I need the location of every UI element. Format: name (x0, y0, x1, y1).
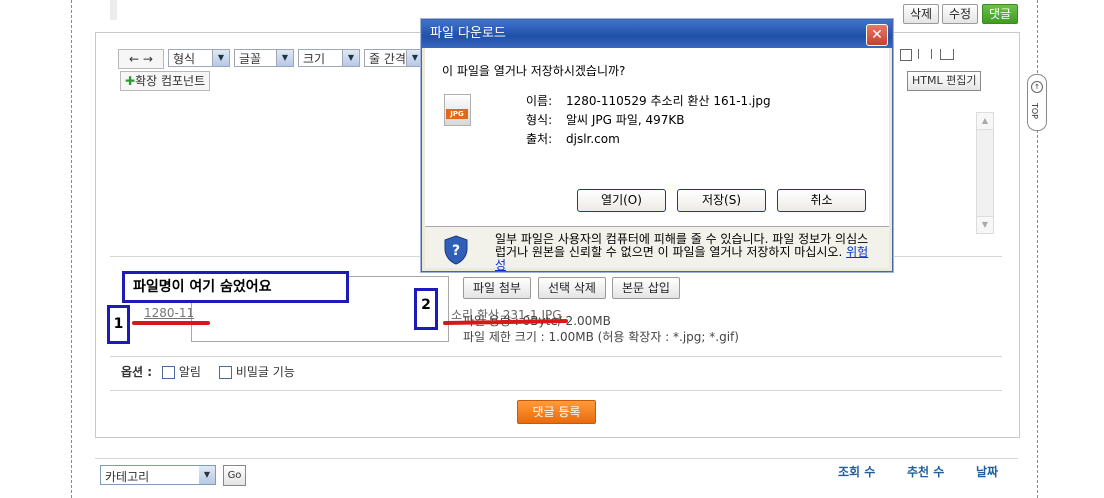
annotation-marker-1: 1 (107, 305, 130, 344)
size-select[interactable]: 크기 ▼ (298, 49, 360, 67)
plus-icon: ✚ (125, 74, 136, 88)
table-icon[interactable] (900, 49, 912, 61)
file-info-values: 1280-110529 추소리 환산 161-1.jpg 알씨 JPG 파일, … (566, 92, 771, 149)
editor-scrollbar[interactable]: ▲ ▼ (976, 112, 994, 234)
extended-component-button[interactable]: ✚확장 컴포넌트 (120, 71, 211, 91)
from-label: 출처: (526, 132, 553, 146)
file-type-value: 알씨 JPG 파일, 497KB (566, 113, 685, 127)
open-button[interactable]: 열기(O) (577, 189, 666, 212)
cancel-button[interactable]: 취소 (777, 189, 866, 212)
jpg-file-icon: JPG (444, 94, 471, 126)
secret-label: 비밀글 기능 (235, 365, 295, 379)
options-row: 옵션 : 알림 비밀글 기능 (121, 363, 295, 380)
category-select[interactable]: 카테고리 ▼ (100, 465, 216, 485)
file-name-value: 1280-110529 추소리 환산 161-1.jpg (566, 94, 771, 108)
save-button[interactable]: 저장(S) (677, 189, 766, 212)
dialog-question: 이 파일을 열거나 저장하시겠습니까? (442, 64, 626, 78)
file-download-dialog: 파일 다운로드 ✕ 이 파일을 열거나 저장하시겠습니까? JPG 이름: 형식… (421, 19, 893, 272)
divider (110, 356, 1002, 357)
format-select[interactable]: 형식 ▼ (168, 49, 230, 67)
annotation-marker-2: 2 (414, 288, 438, 330)
insert-body-button[interactable]: 본문 삽입 (612, 277, 680, 299)
notify-label: 알림 (178, 365, 201, 379)
chevron-down-icon: ▼ (342, 50, 359, 66)
jpg-badge: JPG (446, 109, 468, 119)
page-border-left (71, 0, 72, 498)
attach-file-button[interactable]: 파일 첨부 (463, 277, 531, 299)
undo-redo-arrows[interactable]: ← → (118, 49, 164, 69)
category-select-value: 카테고리 (105, 470, 150, 484)
close-icon[interactable]: ✕ (866, 24, 888, 46)
scroll-down-icon[interactable]: ▼ (977, 216, 993, 233)
warning-text-block: 일부 파일은 사용자의 컴퓨터에 피해를 줄 수 있습니다. 파일 정보가 의심… (495, 233, 873, 272)
sort-date[interactable]: 날짜 (976, 463, 998, 480)
edit-button[interactable]: 수정 (942, 4, 979, 24)
line-spacing-select-value: 줄 간격 (369, 52, 406, 66)
secret-checkbox[interactable] (218, 366, 232, 379)
format-select-value: 형식 (173, 52, 196, 66)
dialog-titlebar[interactable]: 파일 다운로드 ✕ (422, 20, 892, 48)
chevron-down-icon: ▼ (199, 466, 215, 484)
go-button[interactable]: Go (223, 465, 246, 486)
size-select-value: 크기 (303, 52, 326, 66)
file-limit-text: 파일 제한 크기 : 1.00MB (허용 확장자 : *.jpg; *.gif… (463, 330, 739, 344)
font-select-value: 글꼴 (239, 52, 262, 66)
divider (95, 458, 1018, 459)
dialog-warning: ? 일부 파일은 사용자의 컴퓨터에 피해를 줄 수 있습니다. 파일 정보가 … (425, 227, 889, 272)
column-icon[interactable] (918, 49, 932, 59)
type-label: 형식: (526, 113, 553, 127)
attached-file-name[interactable]: 1280-11 (144, 306, 194, 320)
chevron-down-icon: ▼ (276, 50, 293, 66)
sort-views[interactable]: 조회 수 (838, 463, 875, 480)
dialog-body: 이 파일을 열거나 저장하시겠습니까? JPG 이름: 형식: 출처: 1280… (425, 48, 889, 272)
top-label: TOP (1030, 103, 1039, 120)
arrow-up-icon: ↑ (1031, 81, 1043, 93)
font-select[interactable]: 글꼴 ▼ (234, 49, 294, 67)
shield-icon: ? (443, 235, 469, 265)
line-spacing-select[interactable]: 줄 간격 ▼ (364, 49, 424, 67)
options-label: 옵션 : (121, 365, 153, 379)
extended-component-label: 확장 컴포넌트 (135, 74, 206, 88)
html-editor-button[interactable]: HTML 편집기 (907, 71, 982, 91)
dialog-title: 파일 다운로드 (430, 26, 506, 41)
scroll-up-icon[interactable]: ▲ (977, 113, 993, 130)
file-source-value: djslr.com (566, 132, 620, 146)
row-icon[interactable] (940, 49, 954, 60)
submit-comment-button[interactable]: 댓글 등록 (517, 400, 596, 424)
annotation-callout: 파일명이 여기 숨었어요 (122, 271, 349, 303)
comment-button[interactable]: 댓글 (982, 4, 1019, 24)
scroll-top-button[interactable]: ↑ TOP (1027, 74, 1047, 131)
warning-text: 일부 파일은 사용자의 컴퓨터에 피해를 줄 수 있습니다. 파일 정보가 의심… (495, 232, 869, 259)
annotation-underline-1 (132, 321, 210, 325)
name-label: 이름: (526, 94, 553, 108)
sort-recommend[interactable]: 추천 수 (907, 463, 944, 480)
notify-checkbox[interactable] (161, 366, 175, 379)
chevron-down-icon: ▼ (212, 50, 229, 66)
file-info-labels: 이름: 형식: 출처: (526, 92, 552, 149)
svg-text:?: ? (452, 243, 460, 259)
divider (110, 390, 1002, 391)
top-bar-stub (110, 0, 117, 20)
delete-selected-button[interactable]: 선택 삭제 (538, 277, 606, 299)
delete-button[interactable]: 삭제 (903, 4, 940, 24)
